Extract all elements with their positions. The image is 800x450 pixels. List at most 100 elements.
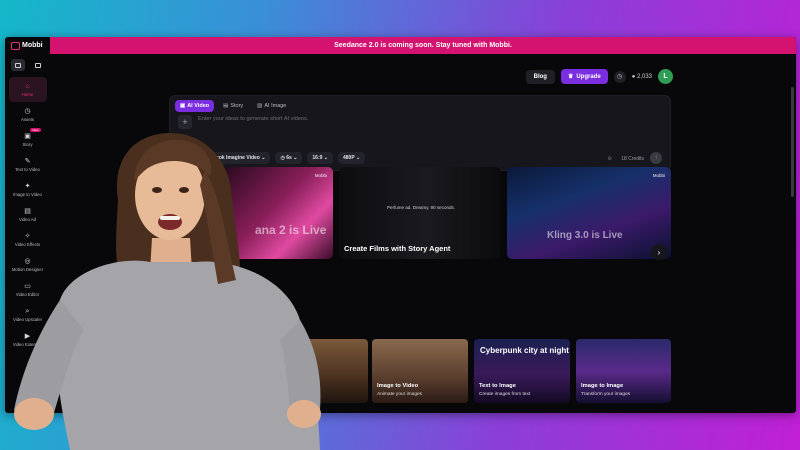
feature-card-image-to-video[interactable]: Image to Video Animate your images	[372, 339, 468, 403]
history-icon: ◷	[617, 74, 623, 80]
chevron-right-icon: ›	[657, 247, 661, 257]
chevron-down-icon: ⌄	[323, 155, 328, 161]
sidebar-item-image-to-video[interactable]: ✦ Image to Video	[9, 177, 47, 202]
user-avatar[interactable]: L	[658, 69, 673, 84]
brand-logo[interactable]: Mobbi	[5, 37, 50, 54]
prompt-input[interactable]	[198, 116, 498, 122]
sidebar-item-video-upscaler[interactable]: ⌕ Video Upscaler	[9, 302, 47, 327]
generate-panel: ▣ AI Video ▤ Story ▨ AI Image + Grok Ima…	[169, 95, 671, 171]
sidebar-item-video-editor[interactable]: ▭ Video Editor	[9, 277, 47, 302]
settings-icon[interactable]: ⚙	[608, 156, 612, 162]
aspect-ratio-select[interactable]: 16:9 ⌄	[307, 152, 333, 164]
aspect-ratio-value: 16:9	[312, 155, 323, 161]
plus-icon: +	[182, 117, 188, 127]
chevron-down-icon: ⌄	[293, 155, 298, 161]
promo-banner-seedream[interactable]: Mobbi ana 2 is Live	[225, 167, 333, 259]
topbar-actions: Blog ♛ Upgrade ◷ ● 2,033 L	[525, 69, 673, 84]
page-scrollbar[interactable]	[791, 87, 794, 197]
tab-label: Story	[230, 103, 244, 109]
chevron-down-icon: ⌄	[355, 155, 361, 161]
add-media-button[interactable]: +	[178, 115, 192, 129]
sidebar-item-label: Video Effects	[14, 241, 41, 247]
sidebar-item-label: Story	[22, 141, 33, 147]
mode-tabs: ▣ AI Video ▤ Story ▨ AI Image	[175, 100, 291, 112]
sidebar-item-label: Video Upscaler	[12, 316, 43, 322]
banner-title: Kling 3.0 is Live	[547, 230, 623, 241]
duration-select[interactable]: ◷ 6s ⌄	[275, 152, 303, 164]
tab-ai-image[interactable]: ▨ AI Image	[252, 100, 291, 112]
feature-card-text-to-image[interactable]: Cyberpunk city at night Text to Image Cr…	[474, 339, 570, 403]
sidebar-item-motion-designer[interactable]: ◎ Motion Designer	[9, 252, 47, 277]
upgrade-button[interactable]: ♛ Upgrade	[560, 69, 608, 84]
tab-story[interactable]: ▤ Story	[218, 100, 248, 112]
sidebar-item-label: Motion Designer	[11, 266, 44, 272]
feature-title: Image to Image	[581, 383, 624, 389]
story-icon: ▣	[24, 132, 31, 140]
feature-subtitle: Transform your images	[581, 392, 631, 397]
video-mode-icon	[15, 62, 21, 68]
image-icon: ▨	[257, 103, 263, 109]
feature-subtitle: Cre	[275, 392, 283, 397]
home-icon: ⌂	[25, 82, 30, 90]
mobbi-logo-icon	[11, 41, 20, 50]
feature-overlay-text: Cyberpunk city at night	[480, 346, 569, 355]
feature-card-text-to-video[interactable]: Te Cre	[270, 339, 368, 403]
sidebar-item-video-ad[interactable]: ▤ Video Ad	[9, 202, 47, 227]
story-icon: ▤	[223, 103, 229, 109]
clock-icon: ◷	[24, 107, 31, 115]
promo-banner-story-agent[interactable]: Perfume ad. Dreamy. 90 seconds. Create F…	[339, 167, 501, 259]
sidebar-item-label: Home	[21, 91, 34, 97]
arrow-up-icon: ↑	[654, 155, 658, 161]
generate-button[interactable]: ↑	[650, 152, 662, 164]
brand-name: Mobbi	[22, 42, 43, 49]
coin-icon: ●	[631, 73, 636, 80]
banner-title: ana 2 is Live	[255, 223, 327, 237]
promo-banner-kling[interactable]: Mobbi Kling 3.0 is Live	[507, 167, 671, 259]
history-button[interactable]: ◷	[613, 70, 626, 83]
motion-icon: ◎	[24, 257, 31, 265]
sidebar: ⌂ Home ◷ Assets New ▣ Story ✎ Text to Vi…	[5, 54, 50, 413]
extender-icon: ▶	[24, 332, 31, 340]
feature-card-image-to-image[interactable]: Image to Image Transform your images	[576, 339, 671, 403]
crown-icon: ♛	[567, 74, 574, 80]
sidebar-item-label: Video Ad	[18, 216, 37, 222]
chevron-down-icon: ⌄	[261, 155, 266, 161]
image-video-icon: ✦	[24, 182, 31, 190]
sidebar-toggles	[5, 54, 50, 71]
banner-text: Seedance 2.0 is coming soon. Stay tuned …	[334, 42, 512, 49]
carousel-next-button[interactable]: ›	[651, 244, 667, 260]
tab-label: AI Video	[187, 103, 210, 109]
sparkle-icon: ✧	[24, 232, 31, 240]
generation-controls: Grok Imagine Video ⌄ ◷ 6s ⌄ 16:9 ⌄ 480P …	[208, 152, 366, 164]
image-mode-toggle[interactable]	[31, 59, 45, 71]
feature-title: Te	[275, 383, 282, 389]
model-select-value: Grok Imagine Video	[213, 155, 260, 161]
feature-title: Text to Image	[479, 383, 516, 389]
model-select[interactable]: Grok Imagine Video ⌄	[208, 152, 271, 164]
sidebar-item-assets[interactable]: ◷ Assets	[9, 102, 47, 127]
resolution-select[interactable]: 480P ⌄	[338, 152, 366, 164]
blog-button[interactable]: Blog	[525, 69, 555, 84]
announcement-banner: Seedance 2.0 is coming soon. Stay tuned …	[50, 37, 796, 54]
video-ad-icon: ▤	[24, 207, 31, 215]
sidebar-item-home[interactable]: ⌂ Home	[8, 77, 47, 102]
sidebar-item-label: Image to Video	[13, 191, 42, 197]
feature-title: Image to Video	[377, 383, 419, 389]
video-mode-toggle[interactable]	[11, 59, 25, 71]
duration-select-value: 6s	[286, 155, 292, 161]
editor-icon: ▭	[24, 282, 31, 290]
sidebar-item-video-effects[interactable]: ✧ Video Effects	[9, 227, 47, 252]
sidebar-item-video-extender[interactable]: ▶ Video Extender	[9, 327, 47, 352]
upgrade-label: Upgrade	[576, 73, 601, 80]
resolution-value: 480P	[343, 155, 355, 161]
text-video-icon: ✎	[24, 157, 31, 165]
feature-subtitle: Animate your images	[377, 392, 423, 397]
banner-logo: Mobbi	[652, 173, 665, 178]
video-icon: ▣	[180, 103, 186, 109]
tab-ai-video[interactable]: ▣ AI Video	[175, 100, 215, 112]
sidebar-item-story[interactable]: New ▣ Story	[9, 127, 47, 152]
sidebar-item-label: Video Extender	[12, 341, 43, 347]
banner-subtitle: Perfume ad. Dreamy. 90 seconds.	[387, 205, 455, 210]
sidebar-item-text-to-video[interactable]: ✎ Text to Video	[9, 152, 47, 177]
banner-logo: Mobbi	[314, 173, 327, 178]
